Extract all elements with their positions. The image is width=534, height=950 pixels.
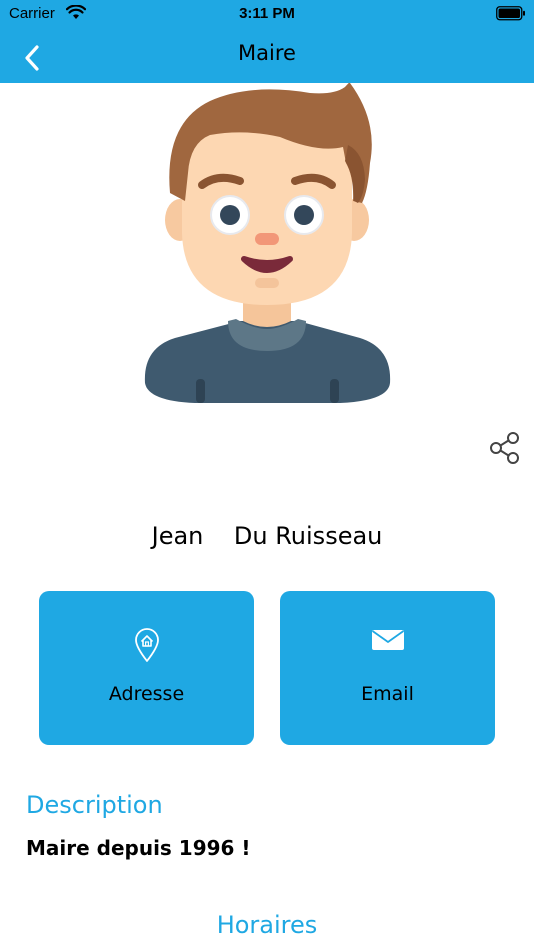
envelope-icon bbox=[371, 630, 404, 650]
email-button[interactable]: Email bbox=[280, 591, 495, 745]
location-pin-icon bbox=[134, 628, 159, 662]
address-button[interactable]: Adresse bbox=[39, 591, 254, 745]
share-icon bbox=[490, 432, 519, 464]
email-label: Email bbox=[361, 683, 414, 705]
battery-icon bbox=[496, 6, 526, 25]
description-text: Maire depuis 1996 ! bbox=[26, 836, 251, 860]
clock-time: 3:11 PM bbox=[239, 5, 295, 22]
page-title: Maire bbox=[238, 41, 296, 65]
hours-heading: Horaires bbox=[216, 911, 318, 939]
profile-name: Jean Du Ruisseau bbox=[151, 522, 383, 550]
share-button[interactable] bbox=[487, 429, 523, 467]
status-bar: Carrier 3:11 PM bbox=[0, 0, 534, 28]
description-heading: Description bbox=[26, 791, 163, 819]
avatar bbox=[144, 83, 391, 403]
address-label: Adresse bbox=[108, 683, 185, 705]
